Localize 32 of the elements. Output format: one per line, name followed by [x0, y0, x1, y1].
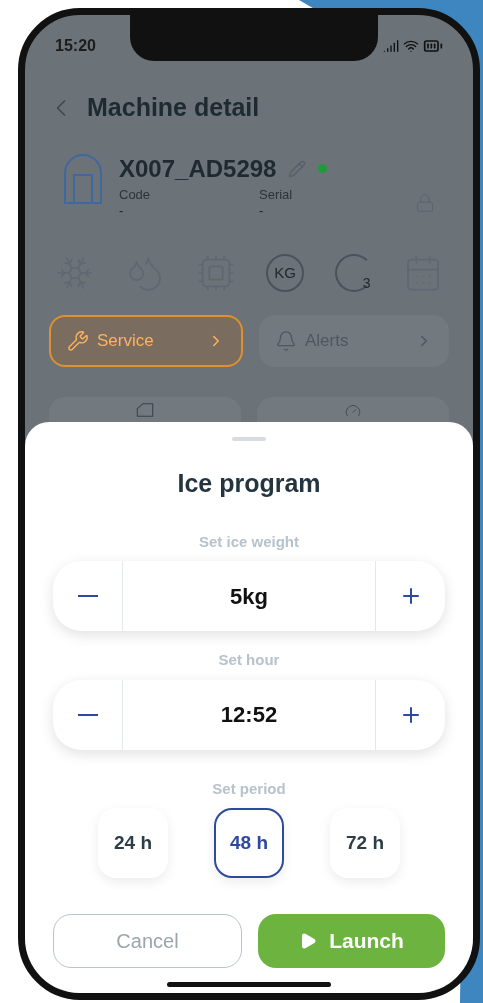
page-title: Machine detail	[87, 92, 260, 123]
minus-icon	[77, 595, 98, 597]
tag-icon	[134, 403, 156, 417]
gauge-icon	[345, 403, 361, 419]
cycle-icon: 3	[334, 254, 373, 292]
stepper-value: 12:52	[219, 701, 279, 729]
period-option[interactable]: 24 h	[98, 808, 168, 878]
field-value: -	[119, 202, 125, 219]
stepper-label: Set ice weight	[199, 531, 299, 552]
bell-icon	[275, 330, 297, 352]
stepper-value: 5kg	[229, 582, 269, 611]
period-label: Set period	[212, 778, 286, 799]
door-icon	[63, 152, 103, 205]
signal-icon	[383, 38, 399, 54]
stepper-label: Set hour	[218, 650, 280, 670]
service-button[interactable]: Service	[49, 315, 243, 367]
play-icon	[299, 932, 318, 950]
field-value: -	[259, 202, 265, 219]
tools-icon	[67, 330, 89, 352]
sheet-handle[interactable]	[232, 437, 266, 441]
minus-icon	[77, 713, 98, 716]
period-option[interactable]: 72 h	[330, 808, 400, 878]
status-time: 15:20	[55, 36, 96, 56]
launch-button[interactable]: Launch	[258, 914, 445, 968]
period-option[interactable]: 48 h	[214, 808, 284, 878]
machine-name: X007_AD5298	[119, 153, 277, 184]
kg-icon: KG	[266, 254, 305, 292]
cancel-button[interactable]: Cancel	[53, 914, 242, 968]
wifi-icon	[403, 38, 419, 54]
field-label: Serial	[259, 186, 294, 203]
field-label: Code	[119, 186, 152, 203]
sheet-title: Ice program	[177, 468, 321, 499]
